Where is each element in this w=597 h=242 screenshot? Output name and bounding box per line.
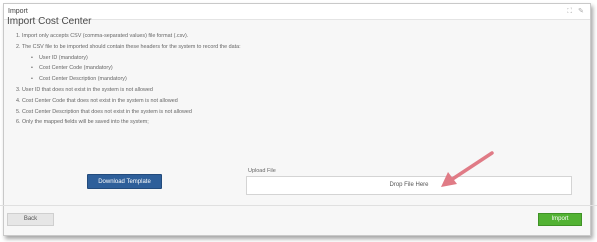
footer-divider bbox=[0, 205, 597, 206]
import-button[interactable]: Import bbox=[538, 213, 582, 226]
import-rules-list: 1. Import only accepts CSV (comma-separa… bbox=[16, 31, 241, 128]
window-title: Import bbox=[8, 8, 28, 15]
rule-item: 1. Import only accepts CSV (comma-separa… bbox=[16, 33, 189, 39]
page-title: Import Cost Center bbox=[7, 16, 92, 27]
upload-file-label: Upload File bbox=[248, 168, 276, 174]
rule-subitem: • User ID (mandatory) bbox=[16, 53, 241, 64]
maximize-icon[interactable]: ⛶ ✎ bbox=[567, 7, 586, 16]
rule-subitem: • Cost Center Description (mandatory) bbox=[16, 74, 241, 85]
rule-item: 4. Cost Center Code that does not exist … bbox=[16, 97, 178, 104]
rule-item: 6. Only the mapped fields will be saved … bbox=[16, 119, 149, 126]
file-drop-zone[interactable]: Drop File Here bbox=[246, 176, 572, 195]
bullet-icon: • bbox=[31, 54, 33, 61]
rule-item: 3. User ID that does not exist in the sy… bbox=[16, 86, 153, 93]
download-template-button[interactable]: Download Template bbox=[87, 174, 162, 189]
back-button[interactable]: Back bbox=[7, 213, 54, 226]
window-titlebar: Import ⛶ ✎ bbox=[4, 4, 590, 20]
bullet-icon: • bbox=[31, 76, 33, 83]
bullet-icon: • bbox=[31, 65, 33, 72]
rule-item: 5. Cost Center Description that does not… bbox=[16, 108, 192, 115]
rule-subitem: • Cost Center Code (mandatory) bbox=[16, 63, 241, 74]
drop-zone-text: Drop File Here bbox=[389, 182, 429, 188]
rule-item: 2. The CSV file to be imported should co… bbox=[16, 43, 241, 50]
